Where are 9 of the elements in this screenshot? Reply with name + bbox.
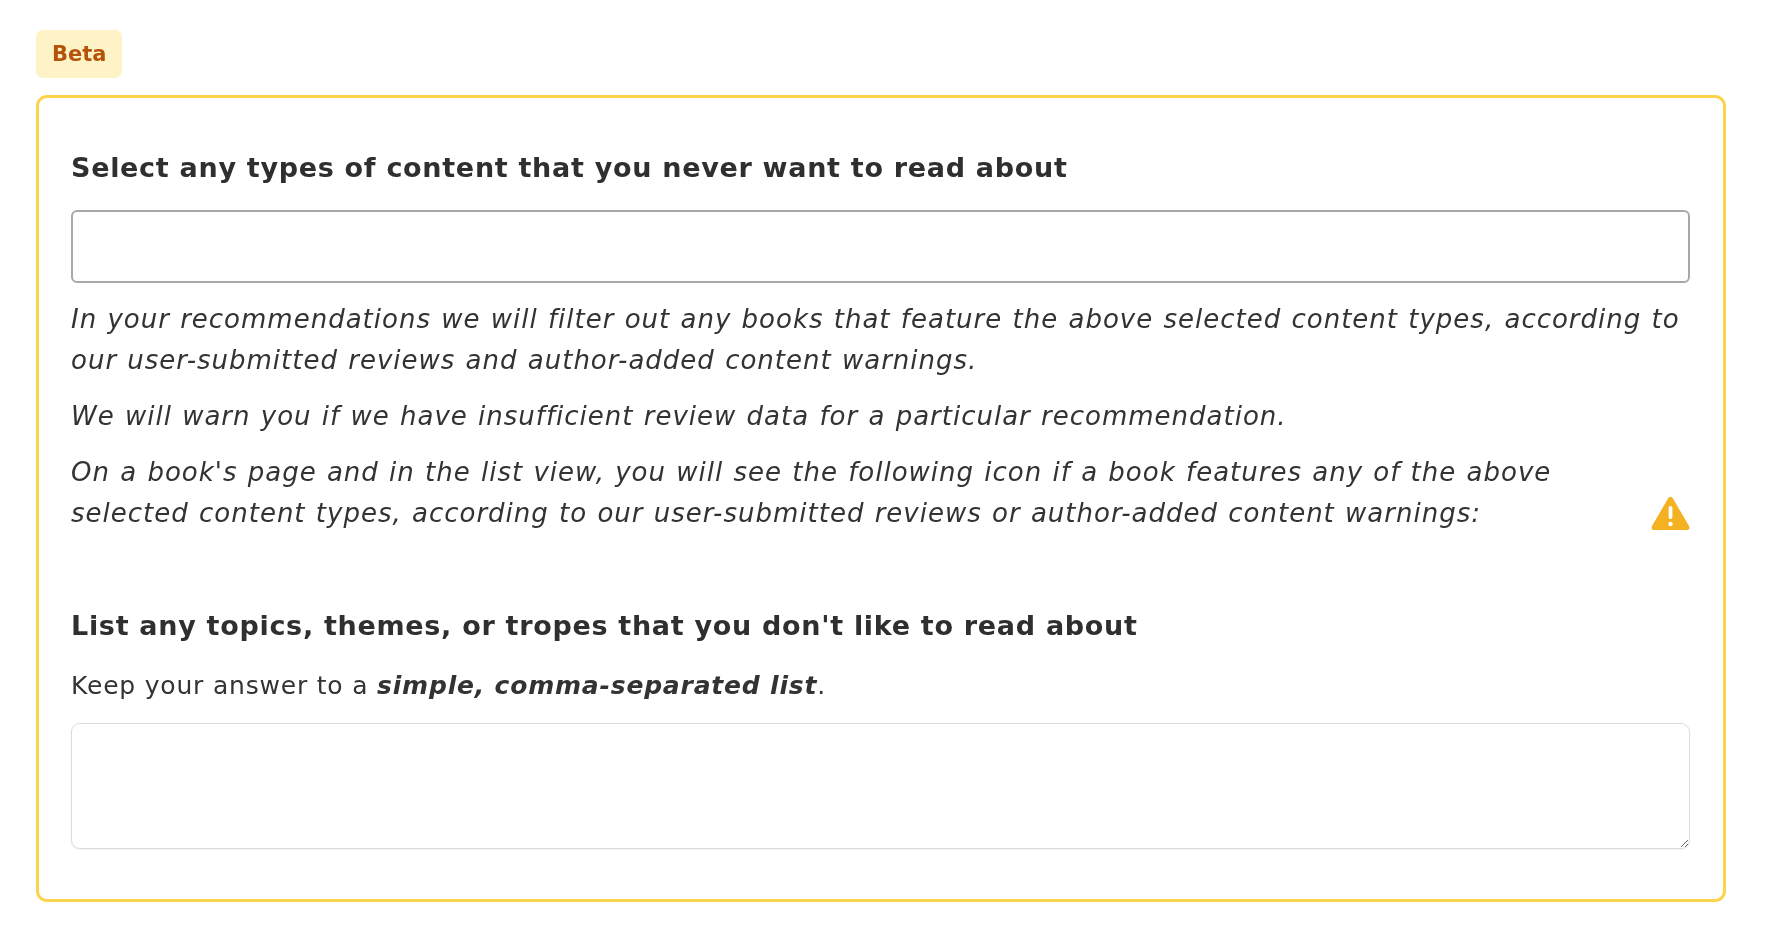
warning-icon — [1651, 496, 1690, 530]
filter-note: In your recommendations we will filter out any books that feature the above selected content types, according to our user-submitted reviews and author-added content warnings. — [71, 303, 1681, 377]
section-heading: List any topics, themes, or tropes that you don't like to read about — [71, 609, 1139, 643]
content-type-field[interactable] — [71, 210, 1690, 283]
hint-text: Keep your answer to a simple, comma-separated list. — [71, 670, 827, 702]
filter-note: On a book's page and in the list view, you will see the following icon if a book features any of the above selected content types, according to our user-submitted reviews or author-added content warnings: — [71, 456, 1553, 530]
section-heading: Select any types of content that you never want to read about — [71, 151, 1069, 185]
beta-badge: Beta — [36, 30, 123, 78]
filter-note: We will warn you if we have insufficient review data for a particular recommendation. — [71, 400, 1287, 433]
